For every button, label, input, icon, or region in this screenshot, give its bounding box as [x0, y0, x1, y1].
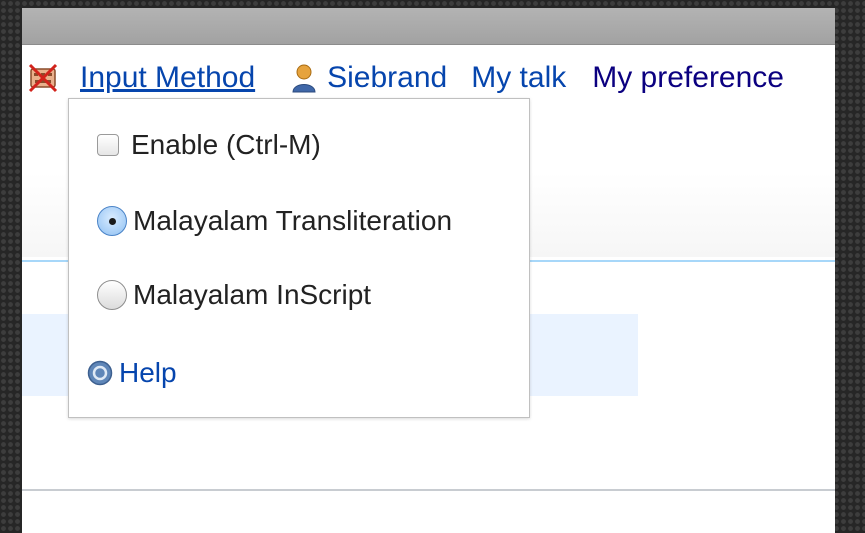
enable-ime-checkbox[interactable]: [97, 134, 119, 156]
ime-option-transliteration[interactable]: Malayalam Transliteration: [97, 205, 452, 237]
inscript-radio[interactable]: [97, 280, 127, 310]
browser-viewport: Input Method Siebrand My talk My prefere…: [22, 8, 835, 533]
radio-selected-dot: [108, 217, 116, 225]
enable-ime-label: Enable (Ctrl-M): [131, 129, 321, 160]
keyboard-crossed-icon[interactable]: [28, 63, 58, 93]
transliteration-radio[interactable]: [97, 206, 127, 236]
input-method-menu: Enable (Ctrl-M) Malayalam Transliteratio…: [68, 98, 530, 418]
enable-ime-option[interactable]: Enable (Ctrl-M): [97, 129, 321, 161]
username-link[interactable]: Siebrand: [327, 61, 447, 95]
my-talk-link[interactable]: My talk: [471, 61, 566, 95]
window-titlebar: [22, 8, 835, 45]
ime-option-inscript[interactable]: Malayalam InScript: [97, 279, 371, 311]
content-divider: [22, 489, 835, 491]
inscript-label: Malayalam InScript: [133, 279, 372, 310]
help-link[interactable]: Help: [87, 357, 177, 389]
my-preferences-link[interactable]: My preference: [592, 61, 784, 95]
help-icon: [87, 360, 113, 386]
user-icon: [292, 64, 316, 93]
input-method-link[interactable]: Input Method: [80, 61, 255, 95]
transliteration-label: Malayalam Transliteration: [133, 205, 453, 236]
personal-tools: Input Method Siebrand My talk My prefere…: [28, 58, 784, 98]
help-label: Help: [119, 357, 177, 388]
